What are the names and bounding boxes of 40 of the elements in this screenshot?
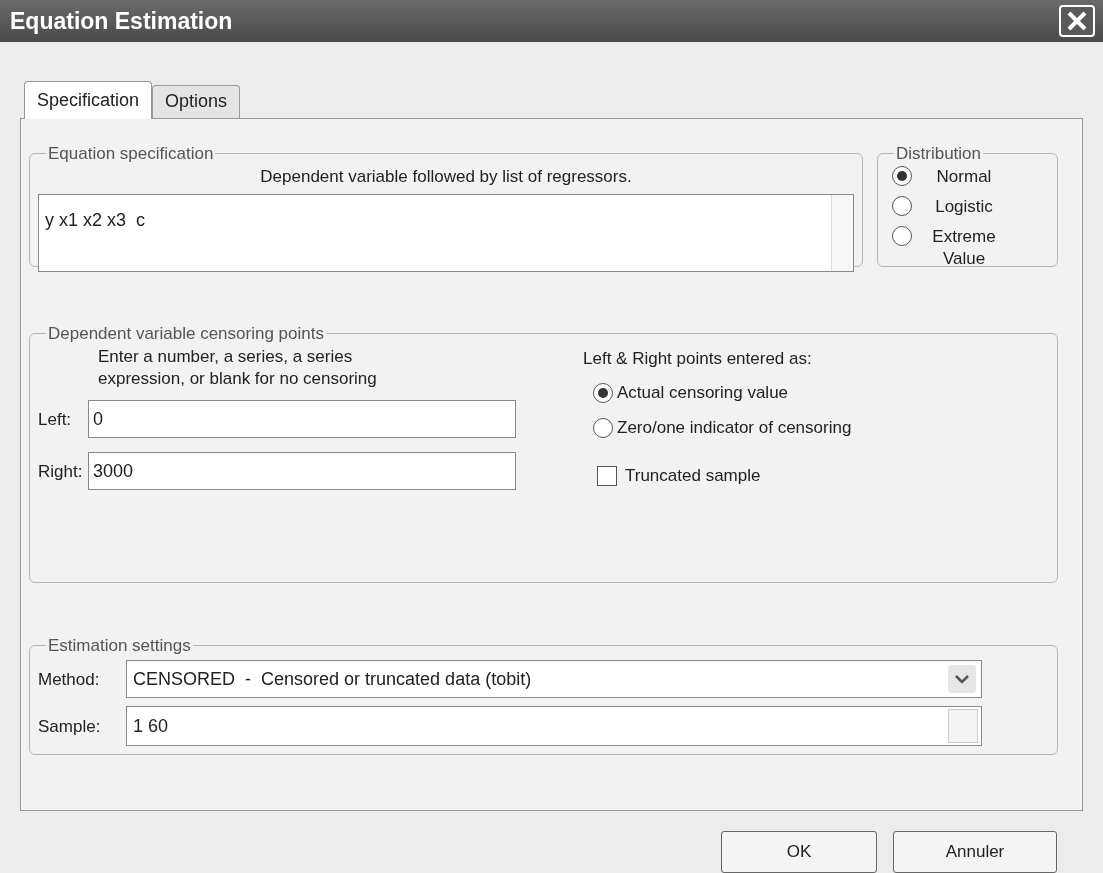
ok-button[interactable]: OK — [721, 831, 877, 873]
radio-button[interactable] — [593, 382, 613, 403]
checkbox[interactable] — [597, 465, 617, 486]
close-icon — [1066, 9, 1088, 32]
group-title: Estimation settings — [47, 634, 192, 657]
hint-text: Enter a number, a series, a series expression, or blank for no censoring — [98, 346, 378, 391]
scrollbar[interactable] — [831, 194, 853, 271]
window-title: Equation Estimation — [10, 6, 233, 36]
group-title: Distribution — [895, 142, 983, 165]
field-label: Left: — [38, 408, 73, 431]
close-button[interactable] — [1059, 4, 1095, 37]
sample-field[interactable]: 1 60 — [126, 706, 982, 747]
group-title: Equation specification — [47, 142, 215, 165]
radio-button[interactable] — [892, 166, 912, 187]
field-label: Right: — [38, 460, 84, 483]
tab[interactable]: Specification — [24, 80, 153, 119]
hint-text: Dependent variable followed by list of regressors. — [259, 166, 633, 189]
field-label: Sample: — [38, 715, 102, 738]
equation-field[interactable]: y x1 x2 x3 c — [38, 193, 854, 272]
equation-text: y x1 x2 x3 c — [44, 208, 147, 232]
radio-button[interactable] — [892, 196, 912, 217]
input-field[interactable]: 3000 — [88, 452, 516, 491]
checkbox-label: Truncated sample — [625, 464, 761, 487]
radio-label: Logistic — [934, 196, 994, 219]
radio-label: Extreme Value — [931, 226, 997, 271]
chevron-down-icon — [947, 664, 977, 695]
cancel-button[interactable]: Annuler — [893, 831, 1057, 873]
dropdown-value: CENSORED - Censored or truncated data (tobit) — [132, 667, 533, 691]
options-label: Left & Right points entered as: — [583, 348, 813, 371]
sample-value: 1 60 — [132, 714, 170, 738]
field-label: Method: — [38, 668, 101, 691]
tab[interactable]: Options — [152, 84, 241, 118]
method-dropdown[interactable]: CENSORED - Censored or truncated data (tobit) — [126, 660, 982, 699]
radio-label: Actual censoring value — [617, 381, 789, 404]
group-title: Dependent variable censoring points — [47, 322, 325, 345]
input-field[interactable]: 0 — [88, 400, 516, 439]
radio-button[interactable] — [892, 226, 912, 247]
radio-label: Normal — [935, 166, 993, 189]
radio-label: Zero/one indicator of censoring — [617, 417, 852, 440]
radio-button[interactable] — [593, 418, 613, 439]
